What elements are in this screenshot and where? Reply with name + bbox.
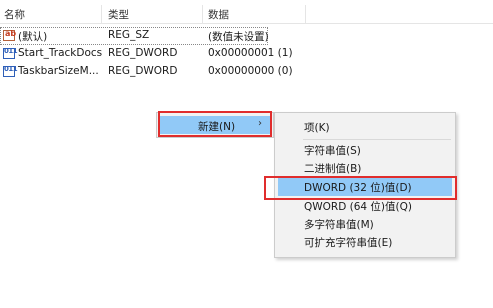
submenu-item-string-value[interactable]: 字符串值(S) bbox=[278, 141, 452, 159]
annotation-highlight-new bbox=[158, 111, 272, 137]
submenu-item-binary-value[interactable]: 二进制值(B) bbox=[278, 159, 452, 177]
submenu-item-expandable-string-value[interactable]: 可扩充字符串值(E) bbox=[278, 233, 452, 251]
column-divider[interactable] bbox=[305, 5, 306, 23]
value-type: REG_DWORD bbox=[108, 65, 178, 77]
string-value-icon: ab bbox=[3, 29, 16, 41]
column-header-data[interactable]: 数据 bbox=[208, 7, 229, 22]
binary-value-icon: 011 bbox=[3, 65, 18, 77]
table-row[interactable]: 011 TaskbarSizeM... REG_DWORD 0x00000000… bbox=[0, 63, 493, 81]
column-header-name[interactable]: 名称 bbox=[4, 7, 25, 22]
value-data: (数值未设置) bbox=[208, 31, 269, 43]
submenu-item-key[interactable]: 项(K) bbox=[278, 118, 452, 136]
table-row[interactable]: ab (默认) REG_SZ (数值未设置) bbox=[0, 27, 269, 45]
submenu-item-multi-string-value[interactable]: 多字符串值(M) bbox=[278, 215, 452, 233]
value-name: TaskbarSizeM... bbox=[18, 65, 99, 77]
value-type: REG_SZ bbox=[108, 29, 150, 41]
column-divider[interactable] bbox=[101, 5, 102, 23]
value-data: 0x00000000 (0) bbox=[208, 65, 293, 77]
value-name: Start_TrackDocs bbox=[18, 47, 103, 59]
column-header-type[interactable]: 类型 bbox=[108, 7, 129, 22]
annotation-highlight-dword bbox=[264, 176, 457, 200]
list-header: 名称 类型 数据 bbox=[0, 5, 493, 24]
top-strip bbox=[0, 0, 493, 4]
value-type: REG_DWORD bbox=[108, 47, 178, 59]
value-data: 0x00000001 (1) bbox=[208, 47, 293, 59]
menu-separator bbox=[303, 139, 451, 140]
table-row[interactable]: 011 Start_TrackDocs REG_DWORD 0x00000001… bbox=[0, 45, 493, 63]
value-name: (默认) bbox=[18, 31, 48, 43]
column-divider[interactable] bbox=[202, 5, 203, 23]
binary-value-icon: 011 bbox=[3, 47, 18, 59]
